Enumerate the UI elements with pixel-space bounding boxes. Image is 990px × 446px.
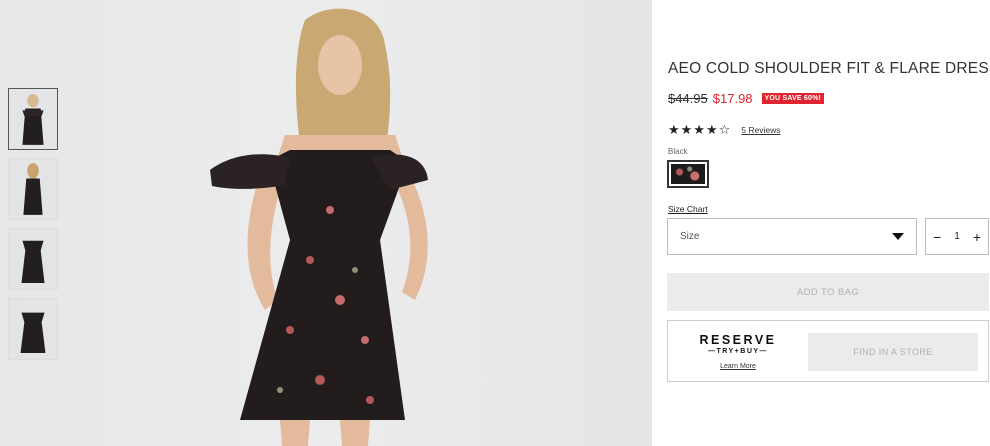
hero-product-photo <box>190 0 480 446</box>
thumbnail-image <box>20 312 46 353</box>
rating-row: ★★★★☆ 5 Reviews <box>668 122 781 138</box>
product-details-panel: AEO COLD SHOULDER FIT & FLARE DRESS $44.… <box>652 0 990 446</box>
thumbnail-image <box>23 163 43 215</box>
thumbnail-flat-back[interactable] <box>8 298 58 360</box>
thumbnail-front-model[interactable] <box>8 88 58 150</box>
caret-down-icon <box>892 233 904 240</box>
sale-price: $17.98 <box>712 91 753 106</box>
add-to-bag-button[interactable]: ADD TO BAG <box>667 273 989 311</box>
decrease-quantity-button[interactable]: − <box>933 229 941 245</box>
quantity-stepper: − 1 + <box>925 218 989 255</box>
increase-quantity-button[interactable]: + <box>973 229 981 245</box>
quantity-value: 1 <box>954 231 960 242</box>
swatch-pattern <box>671 164 705 184</box>
price-row: $44.95 $17.98 YOU SAVE 60%! <box>668 91 825 106</box>
find-in-store-button[interactable]: FIND IN A STORE <box>808 333 978 371</box>
size-dropdown[interactable]: Size <box>667 218 917 255</box>
thumbnail-back-model[interactable] <box>8 158 58 220</box>
try-buy-subtitle: —TRY+BUY— <box>707 348 769 355</box>
learn-more-link[interactable]: Learn More <box>720 363 756 370</box>
reserve-title: RESERVE <box>699 333 777 347</box>
savings-badge: YOU SAVE 60%! <box>761 93 825 104</box>
model-wearing-dress-illustration <box>210 8 428 446</box>
thumbnail-image <box>22 94 44 145</box>
color-swatch-black[interactable] <box>667 160 709 188</box>
star-rating-icon: ★★★★☆ <box>668 122 732 137</box>
size-dropdown-label: Size <box>680 231 700 242</box>
color-label: Black <box>668 147 688 156</box>
size-chart-link[interactable]: Size Chart <box>668 204 708 214</box>
reserve-try-buy-logo: RESERVE —TRY+BUY— Learn More <box>690 333 786 373</box>
thumbnail-image <box>21 240 45 283</box>
thumbnail-list <box>8 88 58 368</box>
reviews-link[interactable]: 5 Reviews <box>741 125 780 135</box>
product-image-area <box>0 0 652 446</box>
product-title: AEO COLD SHOULDER FIT & FLARE DRESS <box>668 60 990 77</box>
reserve-try-buy-box: RESERVE —TRY+BUY— Learn More FIND IN A S… <box>667 320 989 382</box>
original-price: $44.95 <box>668 91 708 106</box>
thumbnail-flat-front[interactable] <box>8 228 58 290</box>
